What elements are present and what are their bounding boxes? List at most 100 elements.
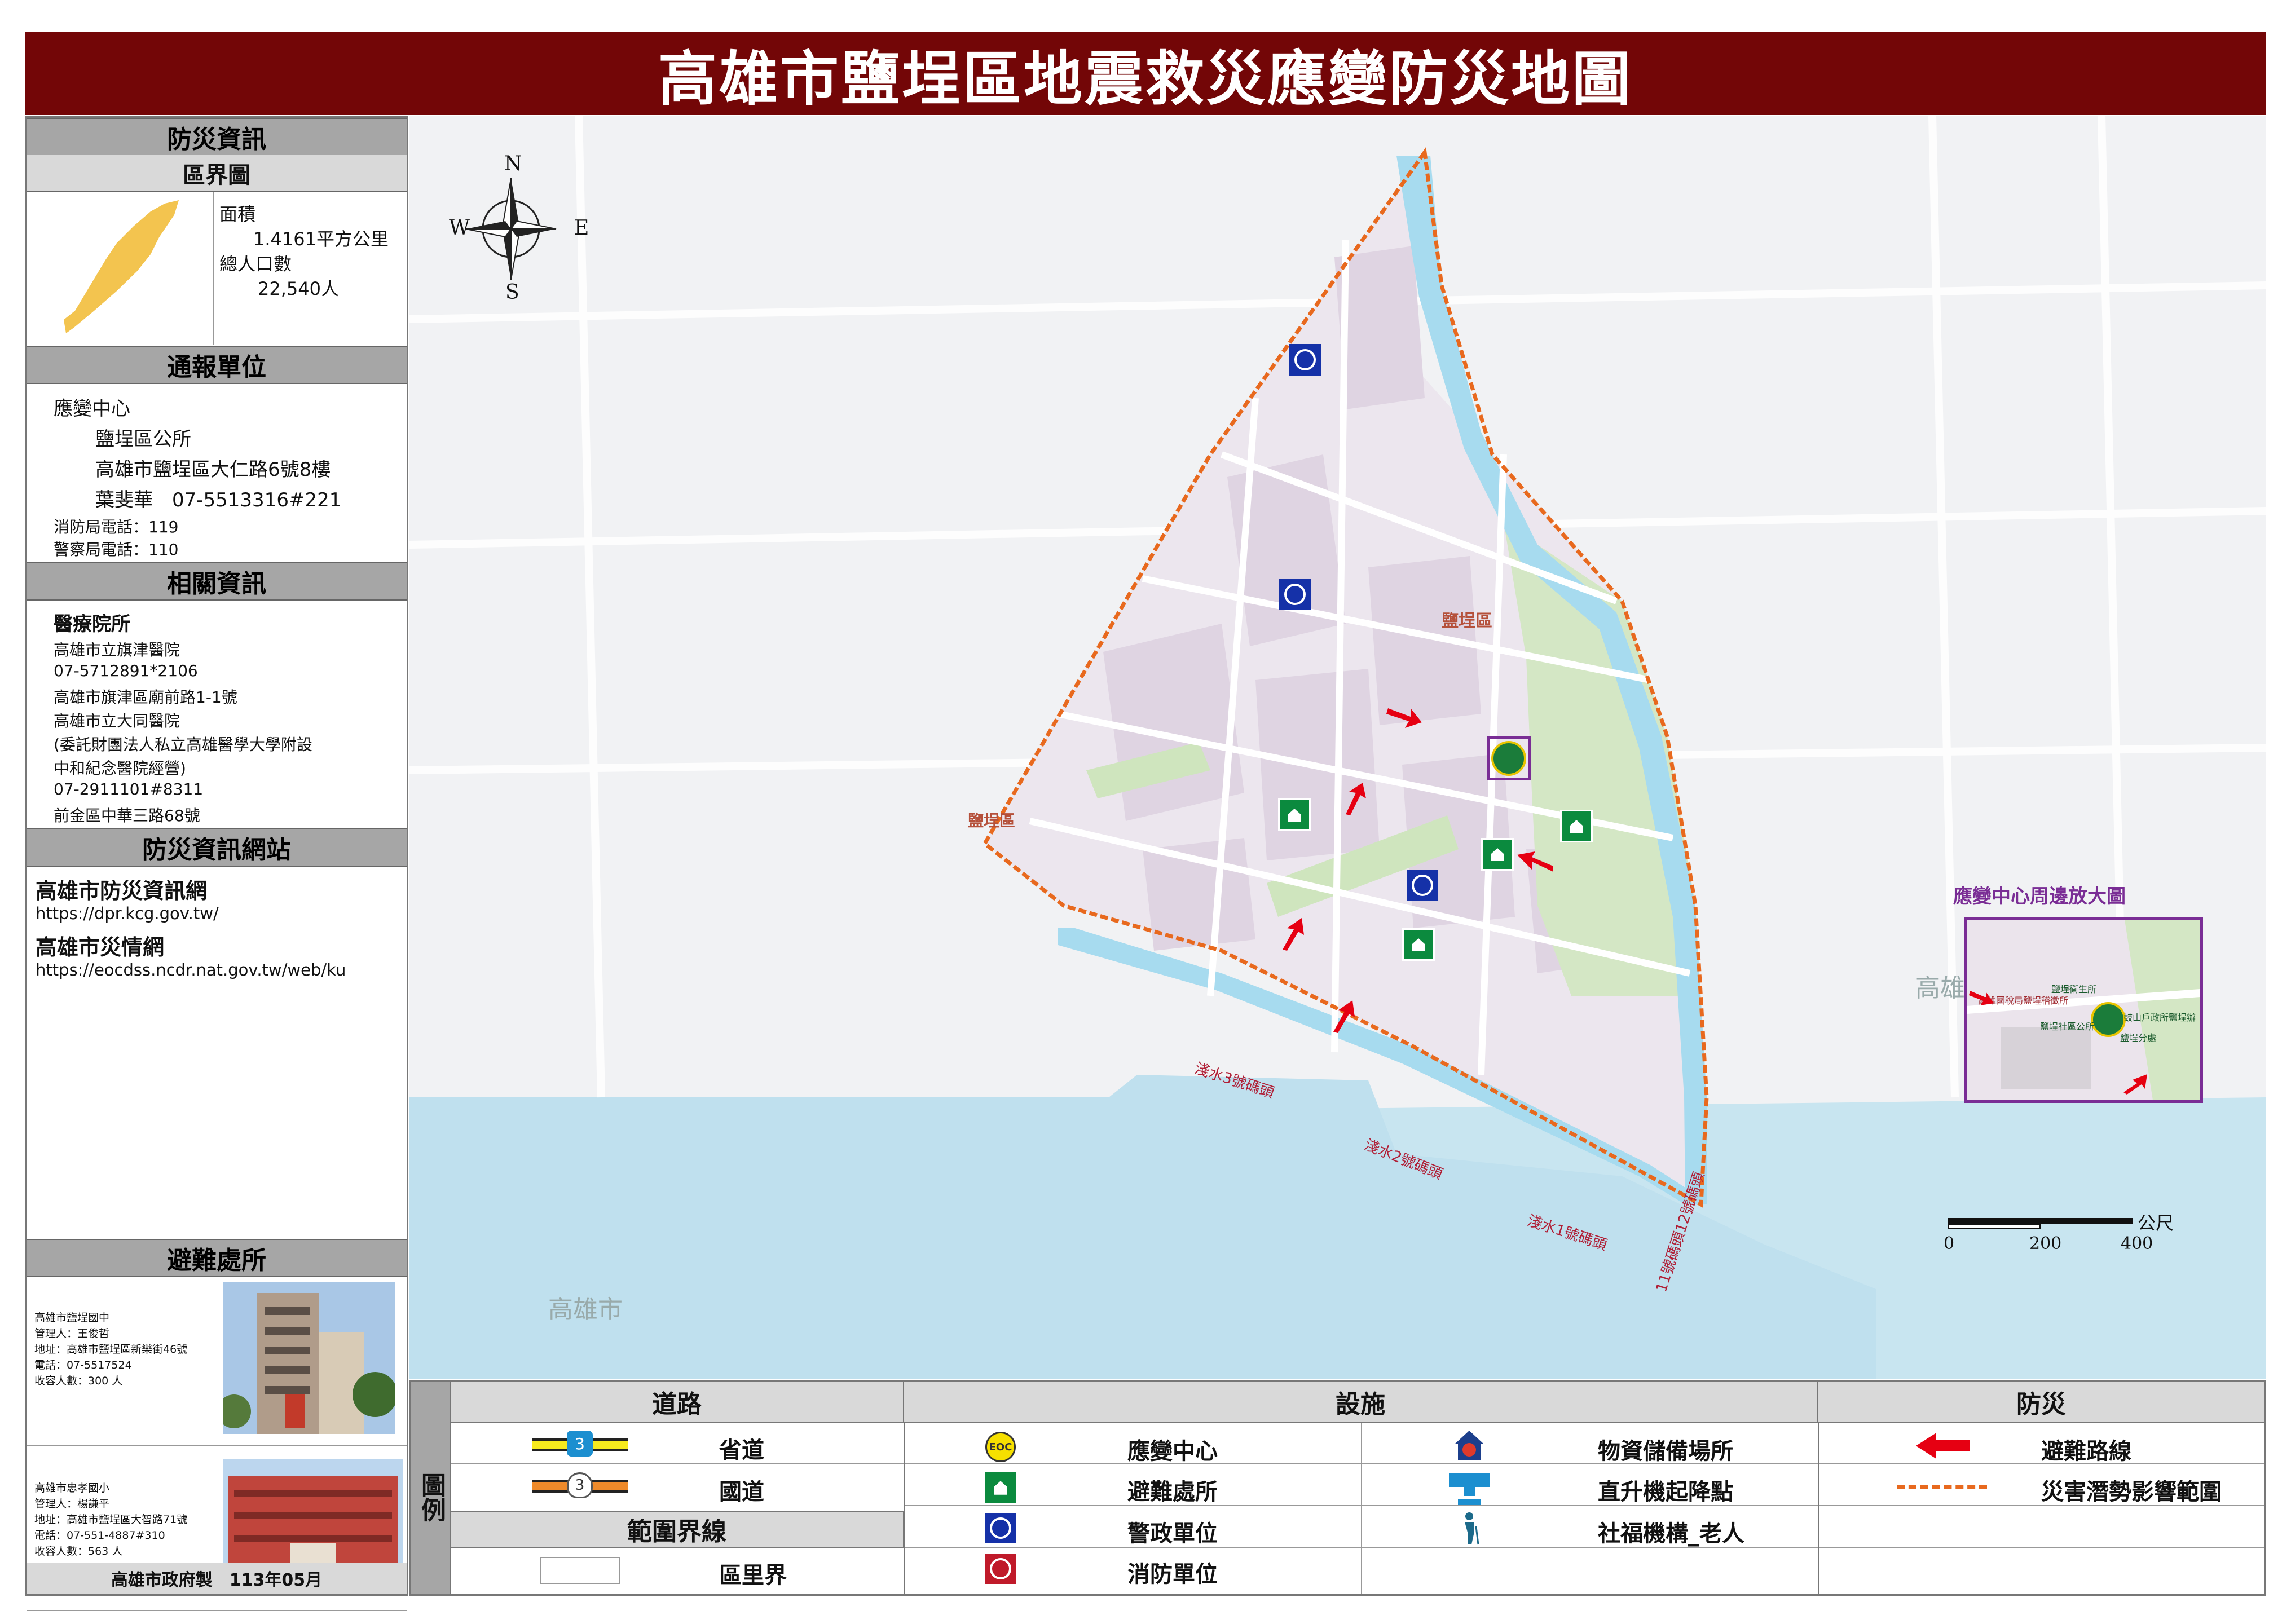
- inset-title: 應變中心周邊放大圖: [1953, 885, 2126, 908]
- web2-title: 高雄市災情網: [36, 935, 165, 960]
- district-label: 鹽埕區: [1442, 611, 1492, 631]
- facility-label: 避難處所: [1127, 1479, 1218, 1505]
- scale-unit: 公尺: [2138, 1212, 2174, 1234]
- shelter-photo: [223, 1459, 403, 1572]
- city-label: 高雄市: [548, 1295, 623, 1324]
- area-value: 1.4161平方公里: [253, 228, 389, 250]
- related-header: 相關資訊: [27, 562, 407, 601]
- info-panel: 防災資訊 區界圖 面積 1.4161平方公里 總人口數 22,540人 通報單位…: [25, 116, 408, 1611]
- compass-east: E: [574, 217, 589, 240]
- scale-tick: 0: [1944, 1234, 1955, 1254]
- eoc-icon: EOC: [985, 1432, 1016, 1462]
- scale-bar-segment: [1948, 1224, 2041, 1229]
- info-header: 防災資訊: [27, 118, 407, 156]
- shelter-marker-icon[interactable]: [1481, 838, 1514, 871]
- road-header: 道路: [451, 1382, 904, 1423]
- inset-map[interactable]: 鹽埕衛生所 高雄國稅局鹽埕稽徵所 鹽埕社區公所 鼓山戶政所鹽埕辦 鹽埕分處: [1964, 917, 2203, 1103]
- shield-number: 3: [567, 1472, 593, 1498]
- facility-label: 警政單位: [1127, 1521, 1218, 1547]
- shield-number: 3: [567, 1431, 593, 1457]
- population-value: 22,540人: [258, 278, 339, 299]
- road-label: 國道: [719, 1479, 764, 1505]
- evacuation-arrow-icon: [1969, 991, 1994, 1005]
- scale-tick: 200: [2029, 1234, 2062, 1254]
- facility-header: 設施: [904, 1382, 1818, 1423]
- legend-divider: [451, 1463, 2264, 1464]
- legend-divider: [1361, 1423, 1362, 1594]
- police-marker-icon[interactable]: [1289, 344, 1321, 376]
- web2-link[interactable]: https://eocdss.ncdr.nat.gov.tw/web/ku: [36, 960, 346, 979]
- fire-phone: 消防局電話：119: [54, 518, 179, 536]
- medical-line: 高雄市立大同醫院: [54, 712, 180, 730]
- facility-label: 消防單位: [1127, 1561, 1218, 1587]
- area-label: 面積: [219, 204, 256, 225]
- shelter-line: 管理人：王俊哲: [34, 1327, 110, 1340]
- evacuation-route-icon: [1916, 1433, 1970, 1459]
- compass-south: S: [505, 281, 519, 304]
- police-icon: [985, 1513, 1016, 1543]
- neighbor-label: 高雄: [1915, 974, 1965, 1003]
- eoc-marker[interactable]: [1487, 736, 1531, 780]
- legend-divider: [904, 1423, 905, 1594]
- disaster-header: 防災: [1818, 1382, 2264, 1423]
- scale-bar: [1948, 1218, 2133, 1224]
- hazard-boundary-icon: [1897, 1485, 1987, 1489]
- legend: 圖例 道路 設施 防災 3 省道 3 國道 範圍界線 區里界 EOC 應變中心 …: [409, 1380, 2266, 1596]
- district-shape-icon: [64, 200, 179, 333]
- legend-divider: [904, 1547, 2264, 1548]
- road-label: 省道: [719, 1437, 764, 1463]
- panel-footer: 高雄市政府製 113年05月: [27, 1563, 407, 1594]
- medical-line: 前金區中華三路68號: [54, 806, 200, 825]
- shelter-marker-icon[interactable]: [1278, 798, 1311, 831]
- page-title: 高雄市鹽埕區地震救災應變防災地圖: [25, 32, 2266, 115]
- eoc-label: 應變中心: [54, 398, 130, 420]
- shelter-line: 高雄市忠孝國小: [34, 1482, 110, 1494]
- national-road-icon: 3: [532, 1472, 628, 1501]
- eoc-marker-icon: [1491, 741, 1526, 776]
- medical-line: 中和紀念醫院經營): [54, 759, 186, 778]
- legend-side-label: 圖例: [417, 1472, 446, 1522]
- facility-label: 社福機構_老人: [1598, 1521, 1744, 1547]
- inset-label: 鹽埕社區公所: [2040, 1021, 2095, 1032]
- inset-label: 鼓山戶政所鹽埕辦: [2123, 1012, 2196, 1023]
- shelter-header: 避難處所: [27, 1239, 407, 1277]
- legend-divider: [1818, 1423, 1819, 1594]
- police-marker-icon[interactable]: [1407, 870, 1438, 901]
- helipad-icon: [1449, 1473, 1490, 1505]
- police-phone: 警察局電話：110: [54, 540, 179, 559]
- shelter-line: 地址：高雄市鹽埕區大智路71號: [34, 1513, 188, 1526]
- facility-label: 應變中心: [1127, 1438, 1218, 1464]
- compass-north: N: [504, 152, 522, 175]
- elderly-care-icon: [1465, 1512, 1479, 1545]
- shelter-marker-icon[interactable]: [1402, 928, 1435, 961]
- fire-station-icon: [985, 1554, 1016, 1584]
- eoc-address: 高雄市鹽埕區大仁路6號8樓: [95, 458, 331, 481]
- shelter-line: 管理人：楊謙平: [34, 1498, 110, 1510]
- eoc-office: 鹽埕區公所: [95, 428, 191, 451]
- boundary-header: 範圍界線: [451, 1511, 904, 1548]
- boundary-label: 區里界: [719, 1563, 787, 1588]
- shelter-line: 收容人數：300 人: [34, 1375, 123, 1387]
- shelter-marker-icon[interactable]: [1560, 810, 1593, 842]
- police-marker-icon[interactable]: [1279, 579, 1311, 610]
- map-canvas[interactable]: [409, 116, 2266, 1379]
- evacuation-arrow-icon: [1386, 708, 1422, 728]
- evacuation-arrow-icon: [2123, 1074, 2147, 1095]
- web1-title: 高雄市防災資訊網: [36, 879, 208, 903]
- population-label: 總人口數: [219, 253, 292, 275]
- shelter-icon: [985, 1472, 1016, 1503]
- evacuation-arrow-icon: [1517, 851, 1553, 872]
- medical-line: 高雄市旗津區廟前路1-1號: [54, 688, 237, 707]
- district-label-west: 鹽埕區: [968, 811, 1016, 830]
- shelter-line: 地址：高雄市鹽埕區新樂街46號: [34, 1343, 188, 1356]
- disaster-label: 避難路線: [2041, 1438, 2131, 1464]
- medical-title: 醫療院所: [54, 613, 130, 636]
- medical-line: 高雄市立旗津醫院: [54, 641, 180, 659]
- medical-line: 07-2911101#8311: [54, 780, 204, 798]
- evacuation-arrow-icon: [1283, 918, 1304, 951]
- map-area[interactable]: N S E W 鹽埕區 鹽埕區 高雄市 淺水3號碼頭 淺水2號碼頭 淺水1號碼頭…: [409, 116, 2266, 1379]
- compass-west: W: [449, 217, 470, 240]
- evacuation-arrow-icon: [1346, 783, 1366, 815]
- eoc-contact: 葉斐華 07-5513316#221: [95, 489, 342, 511]
- web1-link[interactable]: https://dpr.kcg.gov.tw/: [36, 904, 219, 923]
